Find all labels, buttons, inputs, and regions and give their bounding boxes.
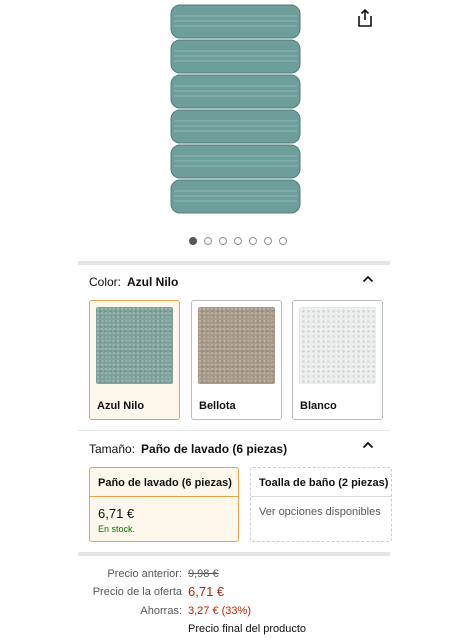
pagination-dot[interactable] (188, 237, 197, 245)
size-option-title: Paño de lavado (6 piezas) (98, 477, 232, 489)
size-option-washcloth[interactable]: Paño de lavado (6 piezas) 6,71 € En stoc… (89, 467, 239, 542)
swatch-label: Blanco (300, 400, 337, 412)
section-divider (78, 430, 390, 431)
stock-status: En stock. (98, 524, 136, 534)
swatch-azul-nilo[interactable]: Azul Nilo (89, 300, 180, 420)
offer-price-value: 6,71 € (188, 584, 225, 599)
image-pagination[interactable] (0, 237, 475, 245)
section-divider (78, 261, 390, 265)
size-option-divider (251, 496, 391, 497)
see-options-link[interactable]: Ver opciones disponibles (259, 506, 381, 518)
color-header: Color: Azul Nilo (89, 275, 178, 289)
size-selected-value: Paño de lavado (6 piezas) (141, 442, 288, 456)
previous-price-value: 9,98 € (188, 568, 219, 580)
size-option-bath-towel[interactable]: Toalla de baño (2 piezas) Ver opciones d… (250, 467, 392, 542)
pagination-dot[interactable] (203, 237, 212, 245)
product-gallery[interactable] (0, 0, 475, 232)
section-divider (78, 552, 390, 556)
size-option-title: Toalla de baño (2 piezas) (259, 477, 389, 489)
offer-price-label: Precio de la oferta (92, 586, 182, 598)
swatch-label: Azul Nilo (97, 400, 145, 412)
savings-value: 3,27 € (33%) (188, 605, 251, 617)
savings-label: Ahorras: (140, 605, 182, 617)
product-image[interactable] (169, 4, 302, 218)
chevron-up-icon[interactable] (362, 274, 374, 284)
chevron-up-icon[interactable] (362, 440, 374, 450)
size-label: Tamaño: (89, 442, 136, 456)
swatch-image (198, 307, 275, 384)
final-price-note: Precio final del producto (188, 623, 307, 635)
swatch-blanco[interactable]: Blanco (292, 300, 383, 420)
color-selected-value: Azul Nilo (127, 275, 179, 289)
size-header: Tamaño: Paño de lavado (6 piezas) (89, 442, 287, 456)
share-icon[interactable] (356, 8, 374, 28)
pagination-dot[interactable] (248, 237, 257, 245)
previous-price-label: Precio anterior: (107, 568, 182, 580)
size-option-price: 6,71 € (98, 506, 135, 521)
swatch-bellota[interactable]: Bellota (191, 300, 282, 420)
swatch-label: Bellota (199, 400, 236, 412)
swatch-image (299, 307, 376, 384)
pagination-dot[interactable] (233, 237, 242, 245)
swatch-image (96, 307, 173, 384)
color-label: Color: (89, 275, 122, 289)
pagination-dot[interactable] (218, 237, 227, 245)
pagination-dot[interactable] (278, 237, 287, 245)
size-option-divider (90, 496, 238, 497)
pagination-dot[interactable] (263, 237, 272, 245)
